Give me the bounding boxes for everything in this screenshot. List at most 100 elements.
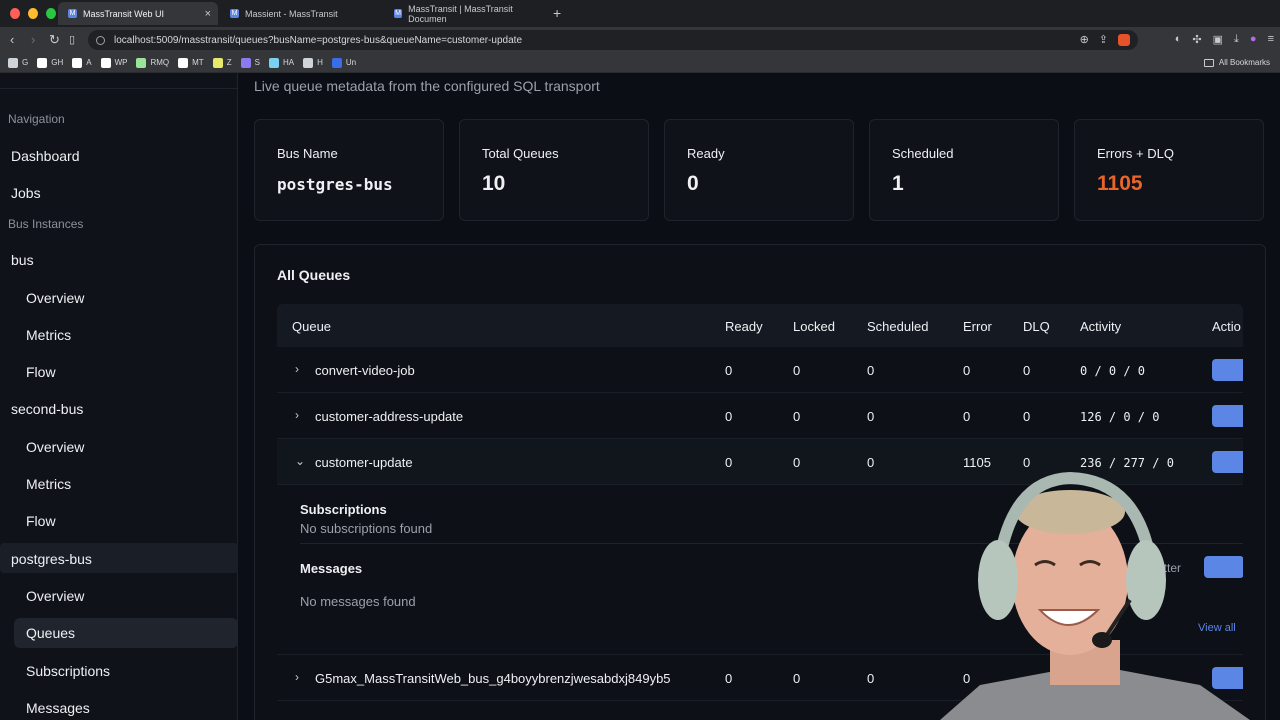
stat-card-scheduled: Scheduled 1 [869,119,1059,221]
column-header-ready[interactable]: Ready [725,319,763,334]
extension-icon[interactable]: ◐ [1175,33,1182,46]
sidebar-item-flow[interactable]: Flow [26,513,56,529]
zoom-icon[interactable]: ⊕ [1080,33,1089,46]
stat-value: 1105 [1097,172,1143,195]
bookmark-icon[interactable]: ▯ [69,33,75,46]
chevron-down-icon[interactable]: ⌄ [295,454,305,468]
forward-icon[interactable]: › [31,32,35,47]
sidebar-item-metrics[interactable]: Metrics [26,327,71,343]
chevron-right-icon[interactable]: › [295,670,299,684]
bookmark-item[interactable]: S [240,57,260,68]
queue-name[interactable]: G5max_MassTransitWeb_bus_g4boyybrenzjwes… [315,671,671,686]
bookmark-item[interactable]: H [303,57,323,68]
sidebar-item-messages[interactable]: Messages [26,700,90,716]
table-row[interactable]: › convert-video-job 0 0 0 0 0 0 / 0 / 0 [277,347,1243,393]
ready-count: 0 [725,455,733,470]
bookmark-item[interactable]: RMQ [136,57,169,68]
sidebar-item-jobs[interactable]: Jobs [11,185,41,201]
sidebar-bus-bus[interactable]: bus [11,252,34,268]
sidebar-item-overview[interactable]: Overview [26,588,84,604]
bookmark-favicon-icon [37,57,48,68]
chevron-right-icon[interactable]: › [295,362,299,376]
bookmark-label: G [22,58,29,67]
close-window-button[interactable] [10,8,20,19]
close-tab-icon[interactable]: × [205,8,211,20]
subscriptions-heading: Subscriptions [300,502,387,517]
stat-card-errors-dlq: Errors + DLQ 1105 [1074,119,1264,221]
chevron-right-icon[interactable]: › [295,716,299,720]
column-header-actions: Actio [1212,319,1241,334]
locked-count: 0 [793,363,801,378]
column-header-dlq[interactable]: DLQ [1023,319,1050,334]
column-header-activity[interactable]: Activity [1080,319,1121,334]
minimize-window-button[interactable] [28,8,38,19]
sidebar-item-overview[interactable]: Overview [26,439,84,455]
sidebar-item-flow[interactable]: Flow [26,364,56,380]
menu-icon[interactable]: ≡ [1268,33,1274,46]
sidebar-toggle-icon[interactable]: ▣ [1213,33,1223,46]
reload-icon[interactable]: ↻ [49,32,60,48]
puzzle-icon[interactable]: ✣ [1192,33,1201,46]
back-icon[interactable]: ‹ [10,32,14,47]
bookmark-item[interactable]: MT [178,57,204,68]
queue-name[interactable]: customer-address-update [315,409,463,424]
bookmark-label: Z [226,58,232,67]
sidebar-item-subscriptions[interactable]: Subscriptions [26,663,110,679]
download-icon[interactable]: ⤓ [1234,33,1239,46]
queue-name[interactable]: convert-video-job [315,363,415,378]
address-bar[interactable]: localhost:5009/masstransit/queues?busNam… [88,30,1138,50]
stat-label: Ready [687,146,725,161]
sidebar-item-metrics[interactable]: Metrics [26,476,71,492]
column-header-scheduled[interactable]: Scheduled [867,319,928,334]
brave-shields-icon[interactable] [1118,34,1130,46]
bookmark-item[interactable]: WP [100,57,127,68]
queue-action-button[interactable] [1212,359,1243,381]
bookmark-label: GH [51,58,64,67]
chevron-right-icon[interactable]: › [295,408,299,422]
zoom-window-button[interactable] [46,8,56,19]
sidebar-item-dashboard[interactable]: Dashboard [11,148,80,164]
presenter-webcam-overlay [920,470,1260,720]
sidebar-section-navigation: Navigation [8,112,65,126]
dlq-count: 0 [1023,409,1031,424]
share-icon[interactable]: ⇪ [1099,33,1108,46]
profile-icon[interactable]: ● [1250,33,1257,46]
stat-value: postgres-bus [277,175,393,194]
bookmark-favicon-icon [331,57,342,68]
column-header-error[interactable]: Error [963,319,992,334]
stat-label: Bus Name [277,146,338,161]
all-bookmarks-button[interactable]: All Bookmarks [1203,58,1270,67]
bookmark-item[interactable]: G [8,57,29,68]
ready-count: 0 [725,671,733,686]
column-header-locked[interactable]: Locked [793,319,835,334]
sidebar-bus-second-bus[interactable]: second-bus [11,401,83,417]
bookmark-item[interactable]: HA [268,57,294,68]
bookmark-favicon-icon [100,57,111,68]
bookmark-item[interactable]: Z [212,57,232,68]
column-header-queue[interactable]: Queue [292,319,331,334]
queue-name[interactable]: customer-update [315,455,413,470]
stat-card-bus-name: Bus Name postgres-bus [254,119,444,221]
bookmark-favicon-icon [178,57,189,68]
sidebar-item-overview[interactable]: Overview [26,290,84,306]
url-text[interactable]: localhost:5009/masstransit/queues?busNam… [114,35,522,46]
browser-tab-1[interactable]: M Massient - MassTransit [220,2,380,25]
bookmark-label: S [254,58,260,67]
bookmark-item[interactable]: GH [37,57,64,68]
sidebar-item-queues[interactable]: Queues [26,625,75,641]
bookmark-item[interactable]: A [72,57,92,68]
stat-card-total-queues: Total Queues 10 [459,119,649,221]
new-tab-button[interactable]: + [553,5,561,21]
queue-action-button[interactable] [1212,405,1243,427]
sidebar: Navigation Dashboard Jobs Bus Instances … [0,73,238,720]
bookmark-item[interactable]: Un [331,57,356,68]
table-row[interactable]: › customer-address-update 0 0 0 0 0 126 … [277,393,1243,439]
site-info-icon[interactable] [96,35,105,45]
bookmark-label: MT [192,58,204,67]
tab-label: Massient - MassTransit [245,8,338,19]
browser-tab-2[interactable]: M MassTransit | MassTransit Documen [384,2,549,25]
scheduled-count: 0 [867,363,875,378]
stat-card-ready: Ready 0 [664,119,854,221]
browser-tab-0[interactable]: M MassTransit Web UI × [58,2,218,25]
sidebar-bus-postgres-bus[interactable]: postgres-bus [11,551,92,567]
